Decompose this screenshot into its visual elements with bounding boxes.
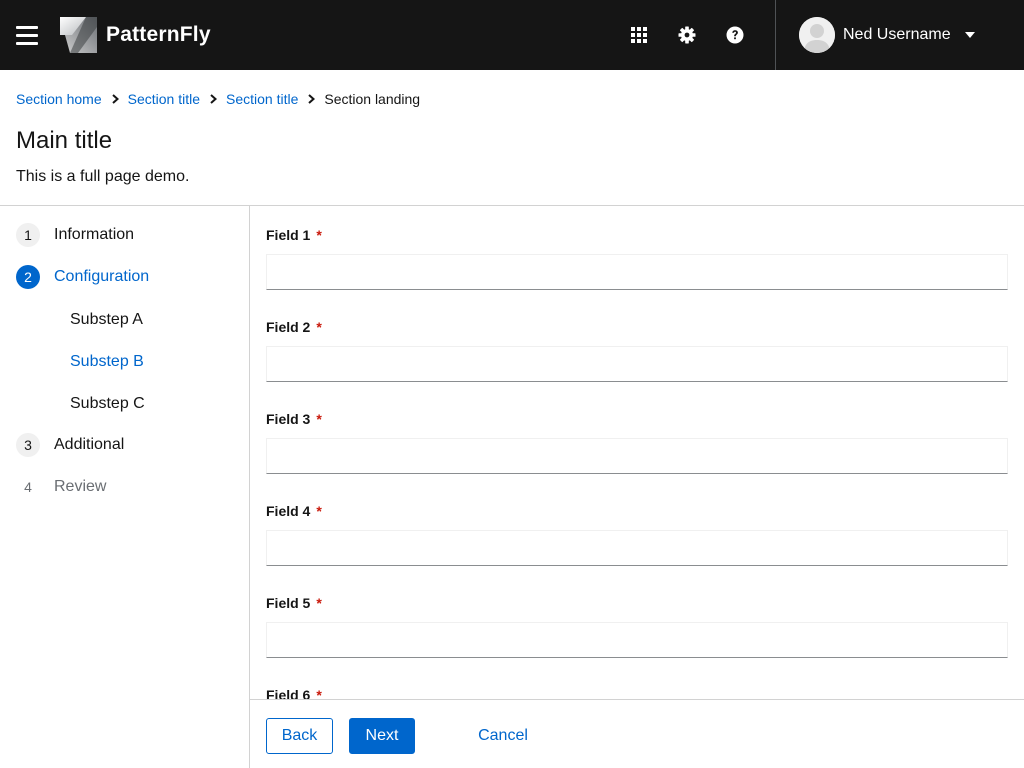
step-number: 3 [16, 433, 40, 457]
wizard-nav: 1 Information 2 Configuration Substep A … [0, 206, 249, 768]
next-button[interactable]: Next [349, 718, 415, 754]
wizard-substep-b[interactable]: Substep B [70, 350, 144, 374]
caret-down-icon [964, 32, 975, 38]
hamburger-menu-icon[interactable] [12, 19, 42, 51]
cancel-button[interactable]: Cancel [463, 718, 543, 754]
breadcrumb-link-section-title-1[interactable]: Section title [128, 91, 200, 107]
step-label: Information [54, 226, 135, 243]
required-indicator: * [316, 319, 322, 335]
wizard-step-additional[interactable]: 3 Additional [16, 432, 124, 458]
grid-icon[interactable] [627, 23, 651, 47]
wizard-substep-a[interactable]: Substep A [70, 308, 143, 332]
field-2-input[interactable] [266, 346, 1008, 382]
brand-logo-link[interactable]: PatternFly [60, 17, 211, 53]
angle-right-icon [210, 94, 217, 104]
wizard-nav-divider [249, 206, 250, 768]
required-indicator: * [316, 411, 322, 427]
step-label: Configuration [54, 268, 150, 285]
breadcrumb: Section home Section title Section title… [16, 89, 420, 109]
field-4-input[interactable] [266, 530, 1008, 566]
masthead-divider [775, 0, 776, 70]
field-1-label: Field 1 * [266, 227, 322, 243]
field-5-input[interactable] [266, 622, 1008, 658]
wizard-step-review: 4 Review [16, 474, 106, 500]
breadcrumb-current: Section landing [324, 91, 421, 107]
back-button[interactable]: Back [266, 718, 333, 754]
field-3-input[interactable] [266, 438, 1008, 474]
field-3-label: Field 3 * [266, 411, 322, 427]
angle-right-icon [308, 94, 316, 104]
field-2-label: Field 2 * [266, 319, 322, 335]
gear-icon[interactable] [675, 23, 699, 47]
avatar [799, 17, 835, 53]
help-icon[interactable] [723, 23, 747, 47]
step-label: Additional [54, 436, 125, 453]
wizard-step-information[interactable]: 1 Information [16, 222, 134, 248]
breadcrumb-link-section-home[interactable]: Section home [16, 91, 102, 107]
step-number: 2 [16, 265, 40, 289]
masthead: PatternFly Ned Username [0, 0, 1024, 70]
field-5-label: Field 5 * [266, 595, 322, 611]
wizard-substep-c[interactable]: Substep C [70, 392, 145, 416]
required-indicator: * [316, 503, 322, 519]
field-1-input[interactable] [266, 254, 1008, 290]
required-indicator: * [316, 595, 322, 611]
page-description: This is a full page demo. [16, 168, 190, 185]
step-label: Review [54, 478, 107, 495]
breadcrumb-link-section-title-2[interactable]: Section title [226, 91, 298, 107]
angle-right-icon [111, 94, 119, 104]
step-number: 1 [16, 223, 40, 247]
wizard-step-configuration[interactable]: 2 Configuration [16, 264, 149, 290]
user-menu-toggle[interactable]: Ned Username [799, 17, 975, 53]
required-indicator: * [316, 227, 322, 243]
page-title: Main title [16, 127, 113, 154]
step-number: 4 [24, 479, 32, 495]
brand-name: PatternFly [106, 23, 211, 46]
patternfly-logo-icon [60, 17, 97, 53]
field-4-label: Field 4 * [266, 503, 322, 519]
wizard-footer: Back Next Cancel [250, 699, 1024, 768]
user-name: Ned Username [843, 26, 951, 43]
